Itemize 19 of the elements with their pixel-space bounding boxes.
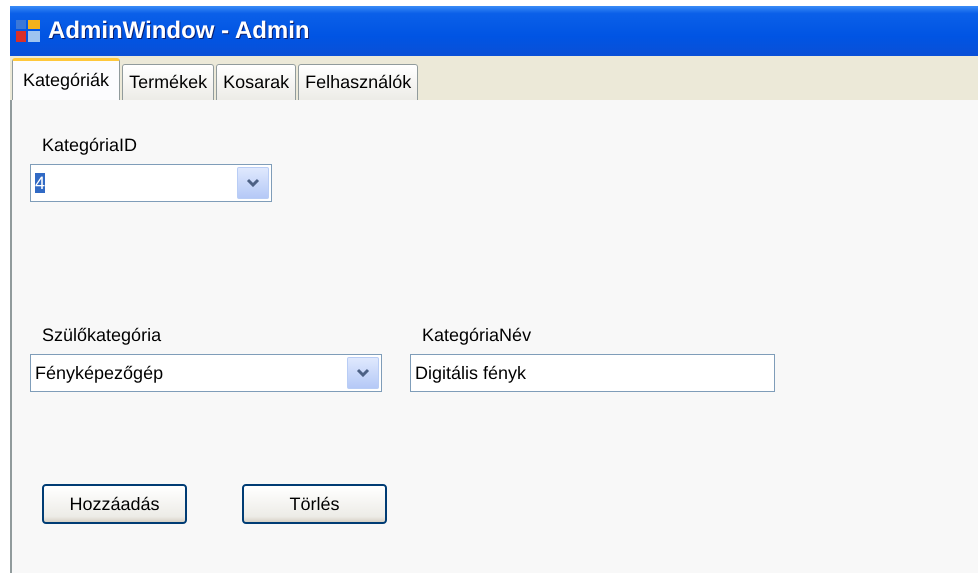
dropdown-button[interactable] <box>347 357 379 389</box>
chevron-down-icon <box>246 178 260 188</box>
window-icon <box>16 20 40 42</box>
field-label: Szülőkategória <box>41 324 162 346</box>
tab[interactable]: Kategóriák <box>12 58 120 100</box>
tab[interactable]: Kosarak <box>216 64 296 100</box>
tab[interactable]: Felhasználók <box>298 64 418 100</box>
dropdown[interactable]: 4 <box>30 164 272 202</box>
selected-text: 4 <box>35 173 46 193</box>
window-title: AdminWindow - Admin <box>48 17 310 45</box>
tab[interactable]: Termékek <box>122 64 214 100</box>
action-button[interactable]: Törlés <box>242 484 387 524</box>
chevron-down-icon <box>356 368 370 378</box>
field-label: KategóriaID <box>41 134 138 156</box>
dropdown-button[interactable] <box>237 167 269 199</box>
action-button[interactable]: Hozzáadás <box>42 484 187 524</box>
input-field[interactable]: Digitális fényk <box>410 354 775 392</box>
dropdown[interactable]: Fényképezőgép <box>30 354 382 392</box>
field-label: KategóriaNév <box>421 324 532 346</box>
